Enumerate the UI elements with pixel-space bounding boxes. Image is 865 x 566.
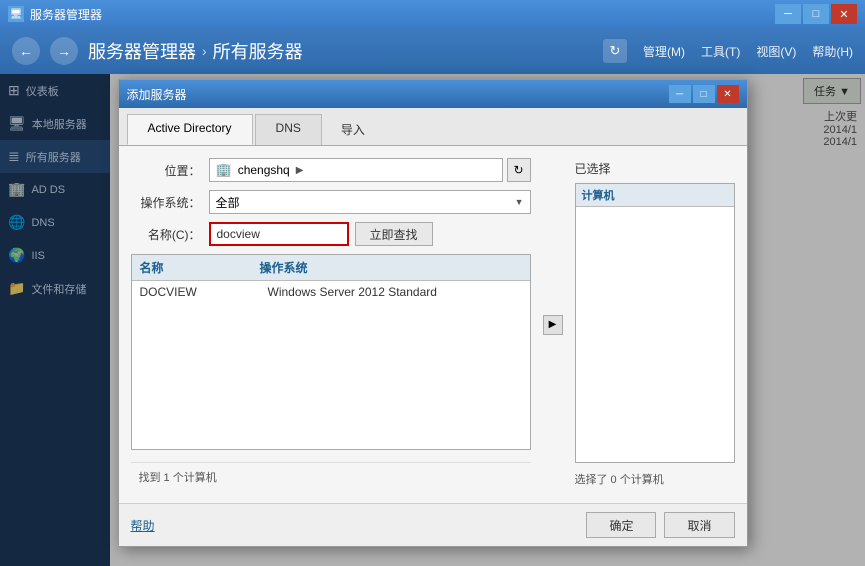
middle-arrow-panel: ▶ <box>541 158 565 491</box>
menu-title: 服务器管理器 › 所有服务器 <box>88 38 593 64</box>
back-button[interactable]: ← <box>12 37 40 65</box>
search-button[interactable]: 立即查找 <box>355 222 433 246</box>
selected-footer: 选择了 0 个计算机 <box>575 467 735 491</box>
selected-label: 已选择 <box>575 158 735 179</box>
app-icon: 🖥 <box>8 6 24 22</box>
section-title: 所有服务器 <box>213 38 303 64</box>
results-header: 名称 操作系统 <box>132 255 530 281</box>
dialog-maximize-button[interactable]: □ <box>693 85 715 103</box>
dialog-right-panel: 已选择 计算机 选择了 0 个计算机 <box>575 158 735 491</box>
name-input-wrapper: 立即查找 <box>209 222 531 246</box>
dialog-close-button[interactable]: ✕ <box>717 85 739 103</box>
close-button[interactable]: ✕ <box>831 4 857 24</box>
chevron-down-icon: ▼ <box>515 197 524 207</box>
forward-button[interactable]: → <box>50 37 78 65</box>
title-bar-controls: ─ □ ✕ <box>775 4 857 24</box>
location-row: 位置： 🏢 chengshq ▶ ↻ <box>131 158 531 182</box>
main-window: 🖥 服务器管理器 ─ □ ✕ ← → 服务器管理器 › 所有服务器 ↻ 管理(M… <box>0 0 865 566</box>
os-value: 全部 <box>216 194 240 211</box>
app-title: 服务器管理器 <box>88 38 196 64</box>
tab-dns[interactable]: DNS <box>255 114 322 145</box>
cell-os: Windows Server 2012 Standard <box>260 285 437 299</box>
col-os[interactable]: 操作系统 <box>252 255 316 280</box>
os-label: 操作系统： <box>131 194 201 211</box>
dialog-left-panel: 位置： 🏢 chengshq ▶ ↻ <box>131 158 531 491</box>
title-bar: 🖥 服务器管理器 ─ □ ✕ <box>0 0 865 28</box>
menu-right: ↻ 管理(M) 工具(T) 视图(V) 帮助(H) <box>603 39 853 63</box>
dialog-overlay: 添加服务器 ─ □ ✕ Active Directory DNS <box>0 74 865 566</box>
add-server-dialog: 添加服务器 ─ □ ✕ Active Directory DNS <box>118 79 748 547</box>
name-row: 名称(C)： 立即查找 <box>131 222 531 246</box>
location-folder-icon: 🏢 <box>216 162 232 178</box>
menu-view[interactable]: 视图(V) <box>756 43 796 60</box>
footer-buttons: 确定 取消 <box>586 512 734 538</box>
menu-help[interactable]: 帮助(H) <box>812 43 853 60</box>
breadcrumb-separator: › <box>202 43 207 59</box>
selected-area: 计算机 <box>575 183 735 463</box>
location-value: chengshq <box>238 163 290 177</box>
table-row[interactable]: DOCVIEW Windows Server 2012 Standard <box>132 281 530 303</box>
cancel-button[interactable]: 取消 <box>664 512 734 538</box>
location-input[interactable]: 🏢 chengshq ▶ <box>209 158 503 182</box>
dialog-footer: 帮助 确定 取消 <box>119 503 747 546</box>
selected-header: 计算机 <box>576 184 734 207</box>
location-refresh-button[interactable]: ↻ <box>507 158 531 182</box>
add-to-selected-button[interactable]: ▶ <box>543 315 563 335</box>
os-select[interactable]: 全部 ▼ <box>209 190 531 214</box>
dialog-body: 位置： 🏢 chengshq ▶ ↻ <box>119 146 747 503</box>
tab-active-directory[interactable]: Active Directory <box>127 114 253 145</box>
title-bar-left: 🖥 服务器管理器 <box>8 6 102 23</box>
help-link[interactable]: 帮助 <box>131 517 155 534</box>
cell-name: DOCVIEW <box>140 285 260 299</box>
menu-manage[interactable]: 管理(M) <box>643 43 685 60</box>
dialog-title: 添加服务器 <box>127 86 187 103</box>
location-label: 位置： <box>131 162 201 179</box>
refresh-icon[interactable]: ↻ <box>603 39 627 63</box>
os-row: 操作系统： 全部 ▼ <box>131 190 531 214</box>
dialog-tabs: Active Directory DNS 导入 <box>119 108 747 146</box>
name-input[interactable] <box>209 222 349 246</box>
dialog-title-bar: 添加服务器 ─ □ ✕ <box>119 80 747 108</box>
window-title: 服务器管理器 <box>30 6 102 23</box>
os-control: 全部 ▼ <box>209 190 531 214</box>
results-area: 名称 操作系统 DOCVIEW Windows Server 2012 Stan… <box>131 254 531 450</box>
dialog-minimize-button[interactable]: ─ <box>669 85 691 103</box>
name-label: 名称(C)： <box>131 226 201 243</box>
tab-import[interactable]: 导入 <box>324 114 382 145</box>
minimize-button[interactable]: ─ <box>775 4 801 24</box>
menu-tools[interactable]: 工具(T) <box>701 43 740 60</box>
content-area: ⊞ 仪表板 🖥 本地服务器 ≣ 所有服务器 🏢 AD DS 🌐 DNS 🌍 <box>0 74 865 566</box>
col-name[interactable]: 名称 <box>132 255 252 280</box>
location-arrow: ▶ <box>296 165 304 176</box>
dialog-title-controls: ─ □ ✕ <box>669 85 739 103</box>
results-footer: 找到 1 个计算机 <box>131 462 531 491</box>
confirm-button[interactable]: 确定 <box>586 512 656 538</box>
location-control: 🏢 chengshq ▶ ↻ <box>209 158 531 182</box>
maximize-button[interactable]: □ <box>803 4 829 24</box>
menu-bar: ← → 服务器管理器 › 所有服务器 ↻ 管理(M) 工具(T) 视图(V) 帮… <box>0 28 865 74</box>
